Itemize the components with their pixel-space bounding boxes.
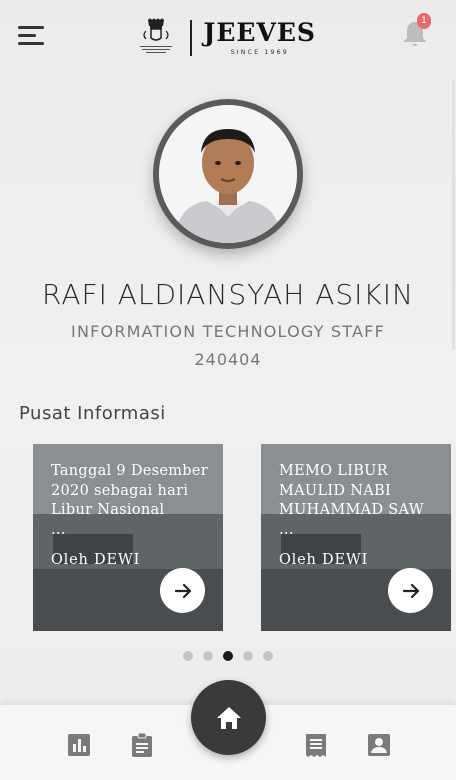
arrow-right-icon[interactable] [160,568,205,613]
clipboard-icon[interactable] [129,732,155,758]
chart-icon[interactable] [66,732,92,758]
home-icon [216,706,241,729]
profile-role: INFORMATION TECHNOLOGY STAFF [71,322,385,341]
profile-name: RAFI ALDIANSYAH ASIKIN [42,278,414,311]
brand-tagline: SINCE 1969 [230,48,289,56]
avatar[interactable] [153,99,303,249]
home-button[interactable] [191,680,266,755]
carousel-dot[interactable] [203,651,213,661]
carousel-pagination [183,651,273,661]
carousel-dot[interactable] [263,651,273,661]
carousel-dot[interactable] [243,651,253,661]
card-author: Oleh DEWI [51,552,141,568]
brand-name: JEEVES [203,18,316,47]
employee-id: 240404 [194,350,262,369]
logo-divider [190,20,192,56]
card-title: Tanggal 9 Desember 2020 sebagai hari Lib… [51,463,208,538]
crest-icon [136,16,176,60]
app-header: JEEVES SINCE 1969 1 [0,0,456,78]
info-card[interactable]: MEMO LIBUR MAULID NABI MUHAMMAD SAW ... … [261,444,451,631]
notification-badge: 1 [417,13,431,29]
receipt-icon[interactable] [303,732,329,758]
profile-photo [159,105,297,243]
card-author: Oleh DEWI [279,552,369,568]
carousel-dot-active[interactable] [223,651,233,661]
brand-logo: JEEVES SINCE 1969 [136,16,322,60]
contact-icon[interactable] [366,732,392,758]
card-title: MEMO LIBUR MAULID NABI MUHAMMAD SAW ... [279,463,424,538]
arrow-right-icon[interactable] [388,568,433,613]
info-card[interactable]: Tanggal 9 Desember 2020 sebagai hari Lib… [33,444,223,631]
section-title: Pusat Informasi [19,403,166,424]
menu-icon[interactable] [18,24,48,48]
carousel-dot[interactable] [183,651,193,661]
